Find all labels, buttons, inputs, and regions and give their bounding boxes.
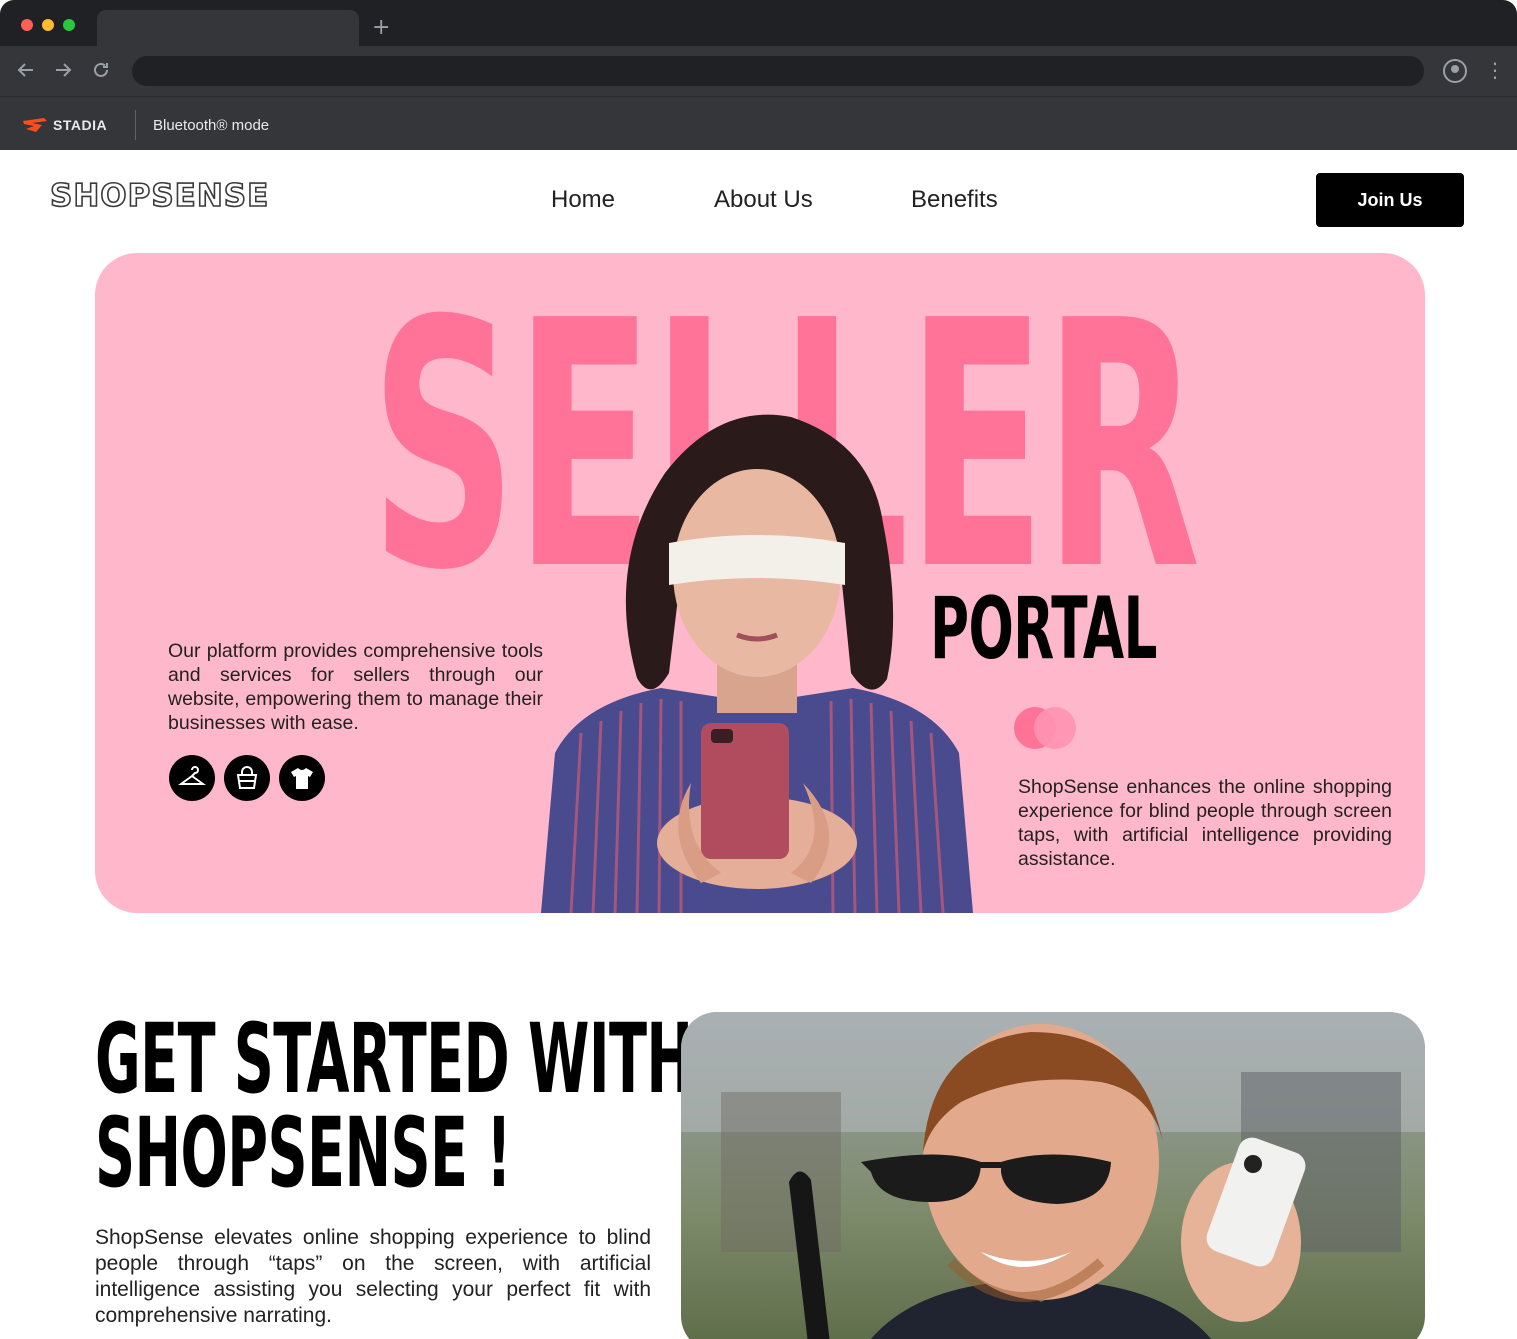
- reload-button[interactable]: [87, 56, 115, 84]
- bookmarks-bar: STADIA Bluetooth® mode: [0, 96, 1517, 150]
- tshirt-icon[interactable]: [279, 755, 325, 801]
- bookmark-bluetooth-mode[interactable]: Bluetooth® mode: [153, 117, 269, 134]
- tab-strip: +: [0, 0, 1517, 46]
- back-button[interactable]: [12, 56, 40, 84]
- slide-indicator-toggle[interactable]: [1014, 707, 1078, 749]
- minimize-window-button[interactable]: [42, 19, 54, 31]
- join-us-button[interactable]: Join Us: [1316, 173, 1464, 227]
- browser-tab[interactable]: [97, 10, 359, 46]
- kebab-menu-icon[interactable]: ⋮: [1485, 58, 1505, 82]
- arrow-right-icon: [56, 63, 72, 77]
- get-started-description: ShopSense elevates online shopping exper…: [95, 1226, 651, 1327]
- maximize-window-button[interactable]: [63, 19, 75, 31]
- profile-icon[interactable]: [1443, 59, 1467, 83]
- get-started-title: GET STARTED WITH SHOPSENSE !: [95, 1003, 693, 1209]
- browser-chrome: + ⋮ STADIA Bluetooth® mode: [0, 0, 1517, 150]
- get-started-title-line1: GET STARTED WITH: [95, 1003, 693, 1115]
- nav-link-home[interactable]: Home: [551, 186, 615, 214]
- arrow-left-icon: [17, 63, 33, 77]
- nav-link-about-us[interactable]: About Us: [714, 186, 813, 214]
- bag-icon[interactable]: [224, 755, 270, 801]
- shopsense-description: ShopSense enhances the online shopping e…: [1018, 776, 1392, 870]
- hanger-icon[interactable]: [169, 755, 215, 801]
- bookmark-stadia[interactable]: STADIA: [53, 117, 107, 133]
- get-started-photo: [681, 1012, 1425, 1339]
- close-window-button[interactable]: [21, 19, 33, 31]
- new-tab-button[interactable]: +: [372, 16, 390, 40]
- site-logo[interactable]: SHOPSENSE: [49, 177, 269, 215]
- browser-toolbar: ⋮: [0, 46, 1517, 96]
- hero-portrait-image: [541, 414, 973, 913]
- bookmark-separator: [135, 110, 136, 140]
- man-with-cane-image: [681, 1012, 1425, 1339]
- stadia-logo-icon: [23, 118, 47, 132]
- hero-subheadline: PORTAL: [930, 579, 1157, 679]
- nav-link-benefits[interactable]: Benefits: [911, 186, 998, 214]
- hero-banner: SELLER PORTAL Our platform provides comp…: [95, 253, 1425, 913]
- get-started-title-line2: SHOPSENSE !: [95, 1097, 512, 1209]
- forward-button[interactable]: [49, 56, 77, 84]
- reload-icon: [94, 62, 108, 77]
- indicator-dot[interactable]: [1034, 707, 1076, 749]
- address-bar[interactable]: [132, 56, 1424, 86]
- seller-description: Our platform provides comprehensive tool…: [168, 640, 543, 734]
